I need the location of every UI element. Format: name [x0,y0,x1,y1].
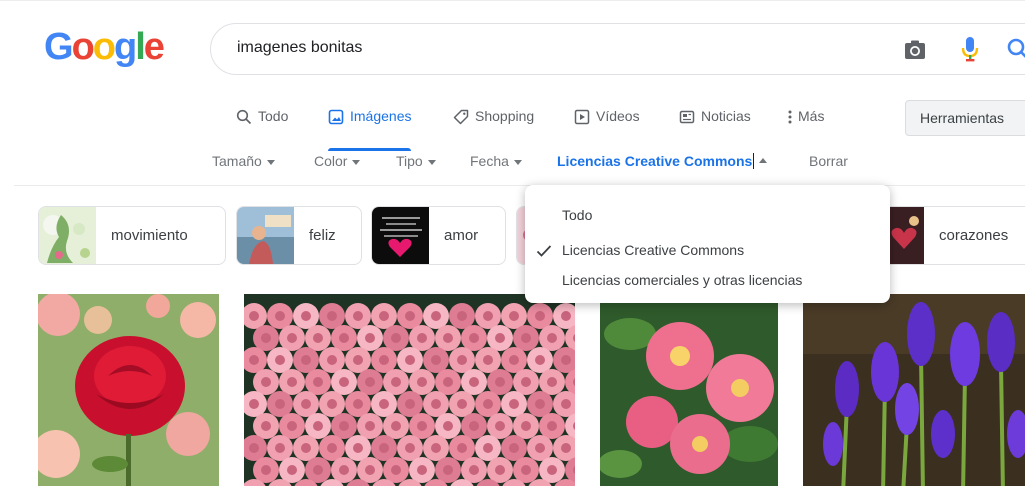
related-chip-amor[interactable]: amor [371,206,506,265]
logo-letter: g [114,26,137,68]
filter-label: Fecha [470,153,509,169]
tab-todo[interactable]: Todo [236,108,288,148]
logo-letter: G [44,26,74,68]
tools-button[interactable]: Herramientas [905,100,1025,136]
tab-label: Más [798,108,825,124]
filter-label: Licencias Creative Commons [557,153,753,169]
image-result-purple-crocus[interactable] [803,294,1025,486]
caret-down-icon [427,159,436,165]
filter-color[interactable]: Color [314,153,361,169]
chip-label: corazones [939,227,1009,244]
filter-label: Borrar [809,153,848,169]
play-icon [574,109,590,125]
tab-label: Noticias [701,108,751,124]
result-image [244,294,575,486]
camera-icon[interactable] [904,39,926,61]
result-image [600,294,778,486]
related-chip-movimiento[interactable]: movimiento [38,206,226,265]
tab-mas[interactable]: Más [786,108,824,148]
filter-date[interactable]: Fecha [470,153,522,169]
filter-clear[interactable]: Borrar [809,153,848,169]
google-logo[interactable]: Google [44,26,165,68]
filter-label: Tipo [396,153,423,169]
tab-label: Imágenes [350,108,412,124]
tab-shopping[interactable]: Shopping [453,108,534,148]
tab-imagenes[interactable]: Imágenes [328,108,412,151]
chip-thumbnail [888,207,924,264]
license-dropdown-menu: Todo Licencias Creative Commons Licencia… [525,185,890,303]
logo-letter: e [143,26,165,68]
caret-down-icon [513,159,522,165]
related-chip-feliz[interactable]: feliz [236,206,362,265]
logo-letter: o [92,26,116,68]
result-image [38,294,219,486]
caret-up-icon [759,158,768,163]
image-result-pink-rose-bush[interactable] [600,294,778,486]
image-result-red-rose[interactable] [38,294,219,486]
tag-icon [453,109,469,125]
filter-bar: Tamaño Color Tipo Fecha Licencias Creati… [0,153,1025,175]
tab-label: Shopping [475,108,535,124]
filter-label: Tamaño [212,153,262,169]
mic-icon[interactable] [961,36,979,64]
tab-noticias[interactable]: Noticias [679,108,751,148]
logo-letter: o [71,26,95,68]
dropdown-item-label: Todo [562,207,593,223]
dropdown-item-commercial[interactable]: Licencias comerciales y otras licencias [525,264,890,298]
google-images-results-page: Google imagenes bonitas Todo Imágenes Sh… [0,0,1025,486]
more-vertical-icon [788,110,792,124]
search-input[interactable]: imagenes bonitas [237,39,362,57]
search-box[interactable]: imagenes bonitas [210,23,1025,75]
dropdown-item-label: Licencias Creative Commons [562,242,745,258]
filter-type[interactable]: Tipo [396,153,436,169]
filter-label: Color [314,153,348,169]
caret-down-icon [266,159,275,165]
image-icon [328,109,344,125]
chip-label: movimiento [111,227,188,244]
related-chip-corazones[interactable]: corazones [888,206,1025,265]
logo-letter: l [135,26,145,68]
dropdown-item-creative-commons[interactable]: Licencias Creative Commons [525,234,890,268]
search-icon[interactable] [1006,37,1025,63]
dropdown-item-label: Licencias comerciales y otras licencias [562,272,803,288]
chip-label: feliz [309,227,336,244]
chip-label: amor [444,227,479,244]
chip-thumbnail [372,207,429,264]
image-result-pink-roses-field[interactable] [244,294,575,486]
chip-thumbnail [237,207,294,264]
search-tabs: Todo Imágenes Shopping Vídeos Noticias M… [0,108,1025,151]
tab-videos[interactable]: Vídeos [574,108,640,148]
result-image [803,294,1025,486]
tab-label: Vídeos [596,108,640,124]
check-icon [536,245,552,257]
text-cursor [753,153,755,169]
tab-label: Todo [258,108,289,124]
caret-down-icon [352,159,361,165]
dropdown-item-todo[interactable]: Todo [525,199,890,233]
chip-thumbnail [39,207,96,264]
filter-size[interactable]: Tamaño [212,153,275,169]
search-icon [236,109,252,125]
news-icon [679,110,695,124]
filter-license[interactable]: Licencias Creative Commons [557,153,768,169]
